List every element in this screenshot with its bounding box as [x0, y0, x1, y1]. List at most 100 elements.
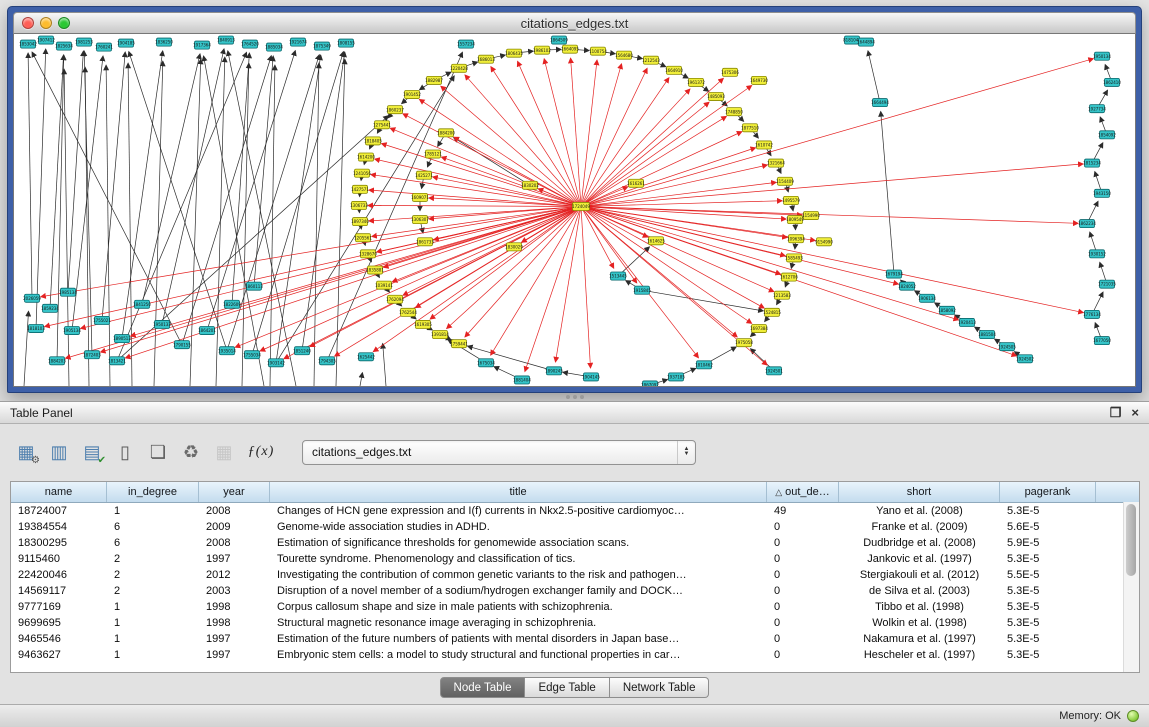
network-node[interactable]: 1815234 [1083, 159, 1101, 167]
network-node[interactable]: 1864509 [550, 36, 568, 44]
network-node[interactable]: 1897340 [351, 218, 369, 226]
network-edge[interactable] [335, 206, 581, 356]
network-edge[interactable] [581, 102, 709, 206]
network-node[interactable]: 1275441 [373, 121, 391, 129]
show-columns-icon[interactable]: ▥ [47, 440, 71, 464]
network-edge[interactable] [28, 53, 32, 298]
network-edge[interactable] [36, 49, 46, 328]
export-table-icon[interactable]: ▤✔ [80, 440, 104, 464]
network-node[interactable]: 9154990 [815, 238, 833, 246]
tab-node-table[interactable]: Node Table [440, 677, 526, 698]
network-edge[interactable] [581, 78, 723, 206]
network-node[interactable]: 1679194 [885, 270, 903, 278]
network-node[interactable]: 1818103 [27, 324, 45, 332]
network-canvas[interactable]: 1724049190145218602371275441181840516142… [13, 34, 1136, 387]
network-node[interactable]: 1205561 [354, 234, 372, 242]
network-node[interactable]: 1851240 [293, 347, 311, 355]
network-node[interactable]: 1675034 [477, 359, 495, 367]
table-row[interactable]: 1830029562008Estimation of significance … [11, 535, 1139, 551]
network-edge[interactable] [383, 344, 386, 386]
column-header-short[interactable]: short [839, 482, 1000, 502]
function-builder-icon[interactable]: ƒ(x) [245, 440, 277, 464]
network-node[interactable]: 1614625 [647, 237, 665, 245]
network-node[interactable]: 1890245 [545, 367, 563, 375]
network-edge[interactable] [403, 114, 581, 207]
network-node[interactable]: 1806435 [505, 49, 523, 57]
network-node[interactable]: 2026059 [23, 294, 41, 302]
network-node[interactable]: 1664494 [871, 99, 889, 107]
network-node[interactable]: 1862234 [1078, 220, 1096, 228]
network-node[interactable]: 1649730 [750, 76, 768, 84]
network-node[interactable]: 1822609 [223, 300, 241, 308]
network-edge[interactable] [162, 49, 224, 325]
table-row[interactable]: 1872400712008Changes of HCN gene express… [11, 503, 1139, 519]
zoom-button[interactable] [58, 17, 70, 29]
network-edge[interactable] [581, 148, 756, 207]
network-edge[interactable] [360, 373, 362, 386]
network-node[interactable]: 1864201 [198, 326, 216, 334]
network-node[interactable]: 1867092 [641, 381, 659, 386]
network-edge[interactable] [581, 206, 898, 284]
network-edge[interactable] [447, 206, 581, 328]
network-edge[interactable] [190, 59, 201, 386]
network-node[interactable]: 1907412 [37, 36, 55, 44]
network-node[interactable]: 1762544 [399, 308, 417, 316]
network-node[interactable]: 1610742 [755, 141, 773, 149]
network-edge[interactable] [581, 206, 752, 323]
network-node[interactable]: 1930152 [1088, 250, 1106, 258]
table-selector-dropdown[interactable]: citations_edges.txt▲▼ [302, 440, 696, 465]
network-edge[interactable] [276, 55, 321, 363]
network-node[interactable]: 1748850 [725, 108, 743, 116]
close-panel-icon[interactable]: × [1131, 406, 1139, 419]
network-node[interactable]: 1790155 [173, 341, 191, 349]
network-node[interactable]: 1764520 [241, 40, 259, 48]
network-edge[interactable] [252, 52, 343, 355]
network-node[interactable]: 1760241 [95, 43, 113, 51]
network-node[interactable]: 1927734 [1088, 105, 1106, 113]
network-node[interactable]: 1903142 [267, 359, 285, 367]
network-node[interactable]: 1391814 [431, 331, 449, 339]
network-node[interactable]: 1039141 [375, 281, 393, 289]
network-edge[interactable] [868, 51, 880, 103]
network-node[interactable]: 1759441 [450, 340, 468, 348]
column-header-pagerank[interactable]: pagerank [1000, 482, 1096, 502]
network-node[interactable]: 1854092 [1098, 131, 1116, 139]
network-edge[interactable] [368, 205, 581, 206]
network-edge[interactable] [314, 63, 319, 386]
network-node[interactable]: 1213583 [773, 291, 791, 299]
network-edge[interactable] [154, 61, 163, 386]
network-edge[interactable] [581, 206, 1078, 223]
table-row[interactable]: 969969511998Structural magnetic resonanc… [11, 615, 1139, 631]
row-height-icon[interactable]: ▯ [113, 440, 137, 464]
network-node[interactable]: 1524815 [763, 308, 781, 316]
network-node[interactable]: 1950133 [153, 320, 171, 328]
network-edge[interactable] [126, 206, 582, 357]
network-node[interactable]: 1943150 [1093, 189, 1111, 197]
network-node[interactable]: 1824052 [898, 282, 916, 290]
network-edge[interactable] [232, 53, 249, 304]
column-header-in_degree[interactable]: in_degree [107, 482, 199, 502]
network-edge[interactable] [581, 165, 767, 206]
network-node[interactable]: 1835881 [366, 266, 384, 274]
network-node[interactable]: 1220428 [450, 64, 468, 72]
network-node[interactable]: 1915845 [633, 286, 651, 294]
network-edge[interactable] [50, 55, 64, 308]
network-edge[interactable] [581, 60, 597, 206]
network-node[interactable]: 1877510 [741, 124, 759, 132]
network-node[interactable]: 1762094 [386, 295, 404, 303]
splitter-handle[interactable] [563, 394, 587, 400]
network-edge[interactable] [373, 206, 581, 351]
network-node[interactable]: 1721035 [1098, 280, 1116, 288]
network-node[interactable]: 1836250 [155, 38, 173, 46]
network-edge[interactable] [581, 164, 1083, 207]
table-row[interactable]: 946554611997Estimation of the future num… [11, 631, 1139, 647]
network-edge[interactable] [81, 206, 581, 328]
network-edge[interactable] [454, 137, 581, 206]
network-edge[interactable] [375, 159, 581, 206]
network-node[interactable]: 1884200 [437, 129, 455, 137]
network-hub-node[interactable]: 1724049 [572, 202, 590, 210]
network-edge[interactable] [66, 206, 581, 358]
network-node[interactable]: 1306307 [411, 216, 429, 224]
network-node[interactable]: 1697384 [750, 324, 768, 332]
vertical-scrollbar[interactable] [1123, 502, 1139, 672]
